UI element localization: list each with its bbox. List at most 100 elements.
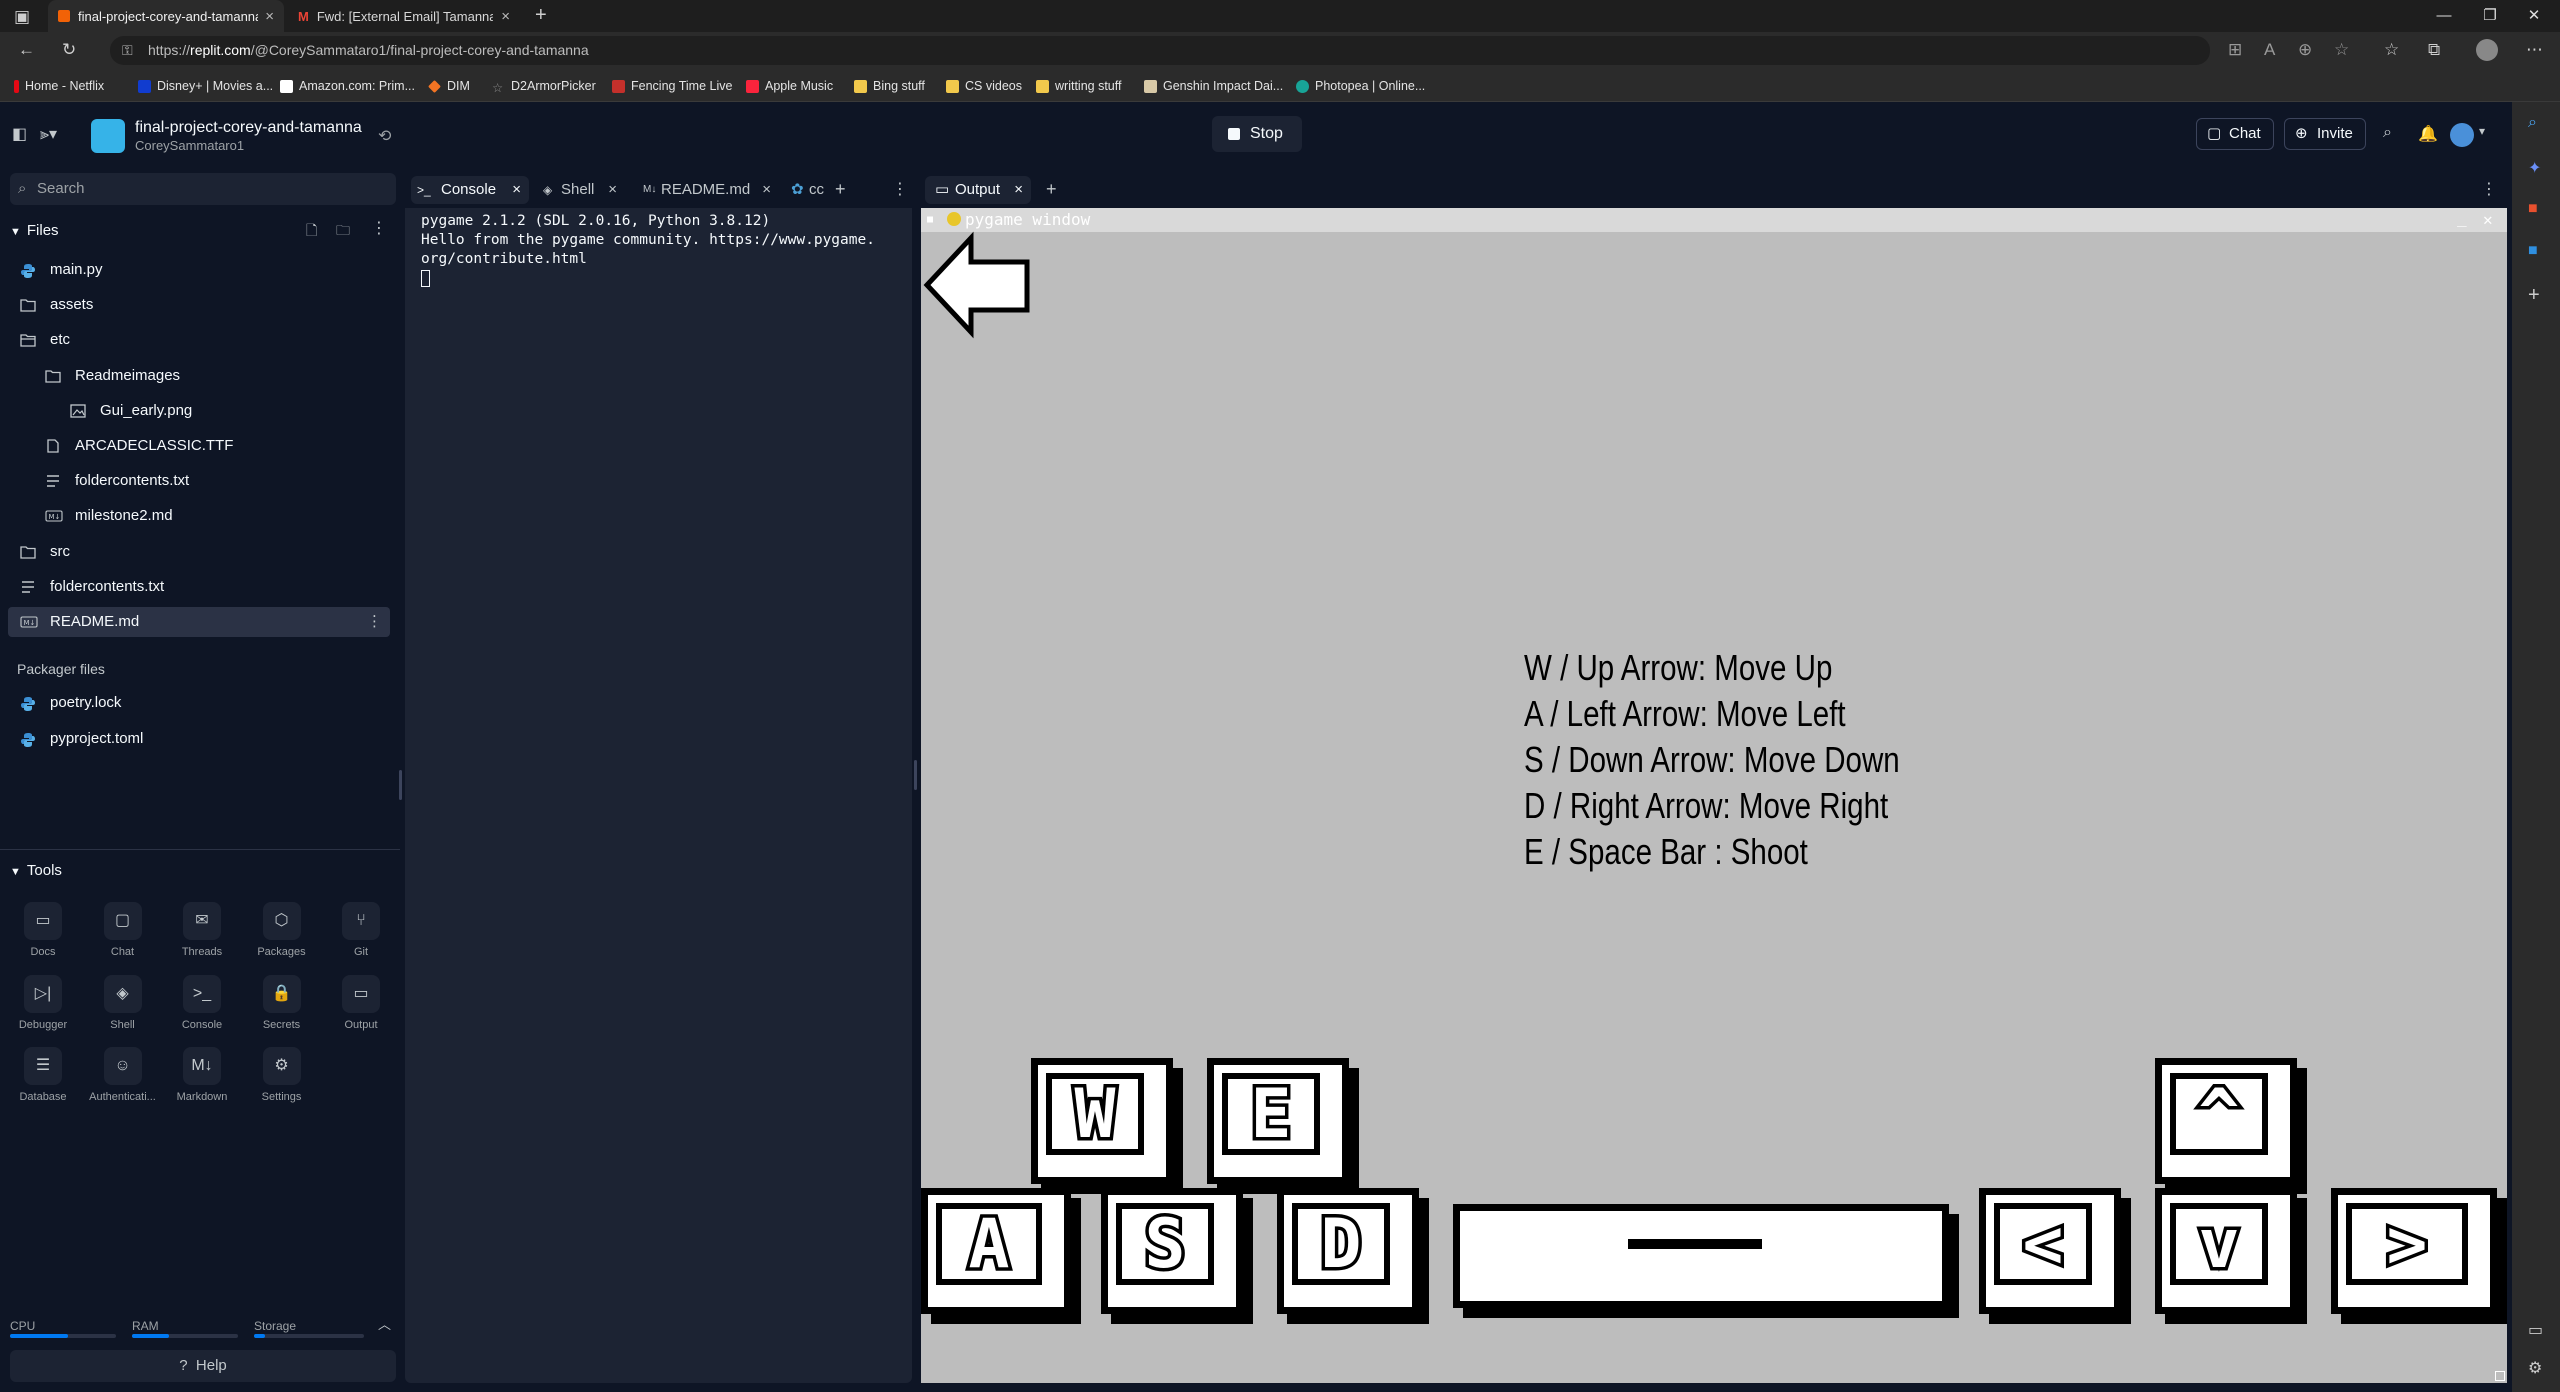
window-menu-icon[interactable]: ■ bbox=[927, 208, 933, 232]
read-aloud-icon[interactable]: A bbox=[2264, 40, 2275, 60]
tab-console[interactable]: >_ Console × bbox=[411, 176, 529, 204]
tool-database[interactable]: ☰ Database bbox=[13, 1047, 73, 1117]
bookmark-folder-writing[interactable]: writting stuff bbox=[1036, 77, 1121, 95]
file-menu-icon[interactable]: ⋮ bbox=[367, 607, 382, 637]
file-item[interactable]: foldercontents.txt bbox=[8, 572, 390, 602]
close-tab-icon[interactable]: × bbox=[265, 8, 274, 25]
file-item[interactable]: Gui_early.png bbox=[8, 396, 390, 426]
pane-resize-handle[interactable] bbox=[914, 760, 917, 790]
file-item[interactable]: etc bbox=[8, 325, 390, 355]
search-input[interactable]: ⌕ Search bbox=[10, 173, 396, 205]
tool-secrets[interactable]: 🔒 Secrets bbox=[252, 974, 312, 1045]
minimize-icon[interactable]: _ bbox=[2457, 208, 2467, 230]
bookmark-dim[interactable]: DIM bbox=[428, 77, 470, 95]
close-tab-icon[interactable]: × bbox=[762, 176, 771, 204]
resize-grip-icon[interactable] bbox=[2495, 1371, 2505, 1381]
file-item[interactable]: assets bbox=[8, 290, 390, 320]
tab-output[interactable]: ▭ Output × bbox=[925, 176, 1031, 204]
sidebar-layout-icon[interactable]: ▭ bbox=[2528, 1320, 2543, 1340]
bookmark-photopea[interactable]: Photopea | Online... bbox=[1296, 77, 1425, 95]
back-icon[interactable]: ← bbox=[18, 40, 35, 60]
office-icon[interactable]: ■ bbox=[2528, 200, 2538, 218]
app-available-icon[interactable]: ⊞ bbox=[2228, 40, 2242, 60]
file-item[interactable]: main.py bbox=[8, 255, 390, 285]
tool-markdown[interactable]: M↓ Markdown bbox=[172, 1047, 232, 1117]
browser-tab-gmail[interactable]: M Fwd: [External Email] Tamanna A... × bbox=[288, 0, 520, 32]
bookmark-disney[interactable]: Disney+ | Movies a... bbox=[138, 77, 273, 95]
bookmark-netflix[interactable]: Home - Netflix bbox=[14, 77, 104, 95]
history-icon[interactable]: ⟲ bbox=[378, 126, 391, 146]
help-button[interactable]: ? Help bbox=[10, 1350, 396, 1382]
new-tab-button[interactable]: + bbox=[535, 4, 547, 27]
file-item[interactable]: Readmeimages bbox=[8, 361, 390, 391]
tools-header[interactable]: ▼ Tools bbox=[10, 862, 62, 879]
profile-avatar[interactable] bbox=[2476, 39, 2498, 61]
favorites-icon[interactable]: ☆ bbox=[2384, 40, 2399, 60]
zoom-icon[interactable]: ⊕ bbox=[2298, 40, 2312, 60]
tool-packages[interactable]: ⬡ Packages bbox=[252, 902, 312, 972]
close-tab-icon[interactable]: × bbox=[608, 176, 617, 204]
back-arrow-icon[interactable] bbox=[921, 230, 1033, 350]
pygame-output[interactable]: ■ pygame window _ ✕ W / Up Arrow: Move U… bbox=[921, 208, 2507, 1383]
bookmark-amazon[interactable]: Amazon.com: Prim... bbox=[280, 77, 415, 95]
bookmark-folder-cs[interactable]: CS videos bbox=[946, 77, 1022, 95]
file-item[interactable]: foldercontents.txt bbox=[8, 466, 390, 496]
minimize-icon[interactable]: — bbox=[2424, 4, 2464, 28]
files-menu-icon[interactable]: ⋮ bbox=[371, 218, 387, 238]
tool-chat[interactable]: ▢ Chat bbox=[93, 902, 153, 972]
replit-logo-icon[interactable]: ⫸▾ bbox=[40, 124, 57, 144]
add-icon[interactable]: + bbox=[2528, 284, 2540, 307]
bookmark-d2armorpicker[interactable]: ☆ D2ArmorPicker bbox=[492, 77, 596, 95]
file-item[interactable]: pyproject.toml bbox=[8, 724, 390, 754]
bell-icon[interactable]: 🔔 bbox=[2418, 124, 2438, 144]
tool-docs[interactable]: ▭ Docs bbox=[13, 902, 73, 972]
tab-shell[interactable]: ◈ Shell × bbox=[539, 176, 619, 204]
browser-tab-replit[interactable]: final-project-corey-and-tamanna × bbox=[48, 0, 284, 32]
new-folder-icon[interactable]: 🗀 bbox=[336, 220, 350, 244]
favorite-star-icon[interactable]: ☆ bbox=[2334, 40, 2349, 60]
tool-threads[interactable]: ✉ Threads bbox=[172, 902, 232, 972]
pane-menu-icon[interactable]: ⋮ bbox=[892, 179, 908, 199]
close-tab-icon[interactable]: × bbox=[512, 176, 521, 204]
chevron-up-icon[interactable]: ︿ bbox=[378, 1314, 391, 1333]
file-item[interactable]: poetry.lock bbox=[8, 688, 390, 718]
file-item[interactable]: src bbox=[8, 537, 390, 567]
reload-icon[interactable]: ↻ bbox=[62, 40, 76, 60]
bookmark-genshin[interactable]: Genshin Impact Dai... bbox=[1144, 77, 1283, 95]
files-header[interactable]: ▼ Files bbox=[10, 222, 59, 239]
settings-icon[interactable]: ⚙ bbox=[2528, 1358, 2542, 1378]
repo-avatar[interactable] bbox=[91, 119, 125, 153]
sidebar-toggle-icon[interactable]: ◧ bbox=[12, 124, 27, 144]
file-item[interactable]: M↓ milestone2.md bbox=[8, 501, 390, 531]
search-icon[interactable]: ⌕ bbox=[2528, 114, 2537, 132]
tool-shell[interactable]: ◈ Shell bbox=[93, 974, 153, 1045]
tool-git[interactable]: ⑂ Git bbox=[331, 902, 391, 972]
close-tab-icon[interactable]: × bbox=[1014, 176, 1023, 204]
add-tab-icon[interactable]: + bbox=[835, 179, 846, 200]
console-output[interactable]: pygame 2.1.2 (SDL 2.0.16, Python 3.8.12)… bbox=[405, 208, 912, 1383]
search-icon[interactable]: ⌕ bbox=[2383, 124, 2392, 142]
bookmark-fencing[interactable]: Fencing Time Live bbox=[612, 77, 732, 95]
restore-icon[interactable]: ❐ bbox=[2470, 4, 2510, 28]
tool-authenticati[interactable]: ☺ Authenticati... bbox=[89, 1047, 156, 1117]
new-file-icon[interactable]: 🗋 bbox=[306, 220, 317, 244]
address-bar[interactable]: ⚿ https://replit.com/@CoreySammataro1/fi… bbox=[110, 36, 2210, 65]
game-window-titlebar[interactable]: ■ pygame window _ ✕ bbox=[921, 208, 2507, 232]
tool-settings[interactable]: ⚙ Settings bbox=[252, 1047, 312, 1117]
outlook-icon[interactable]: ■ bbox=[2528, 242, 2538, 260]
pane-menu-icon[interactable]: ⋮ bbox=[2481, 179, 2497, 199]
close-icon[interactable]: ✕ bbox=[2483, 208, 2493, 232]
tab-actions-icon[interactable]: ▣ bbox=[14, 7, 30, 27]
copilot-icon[interactable]: ✦ bbox=[2528, 158, 2541, 178]
tab-readme[interactable]: M↓ README.md × bbox=[639, 176, 779, 204]
file-item[interactable]: ARCADECLASSIC.TTF bbox=[8, 431, 390, 461]
repo-name[interactable]: final-project-corey-and-tamanna bbox=[135, 119, 362, 137]
stop-button[interactable]: Stop bbox=[1212, 116, 1302, 152]
user-avatar[interactable] bbox=[2450, 123, 2474, 147]
more-menu-icon[interactable]: ⋯ bbox=[2526, 40, 2543, 60]
invite-button[interactable]: ⊕ Invite bbox=[2284, 118, 2366, 150]
tool-debugger[interactable]: ▷| Debugger bbox=[13, 974, 73, 1045]
file-item[interactable]: M↓ README.md ⋮ bbox=[8, 607, 390, 637]
bookmark-apple-music[interactable]: Apple Music bbox=[746, 77, 833, 95]
tool-output[interactable]: ▭ Output bbox=[331, 974, 391, 1045]
